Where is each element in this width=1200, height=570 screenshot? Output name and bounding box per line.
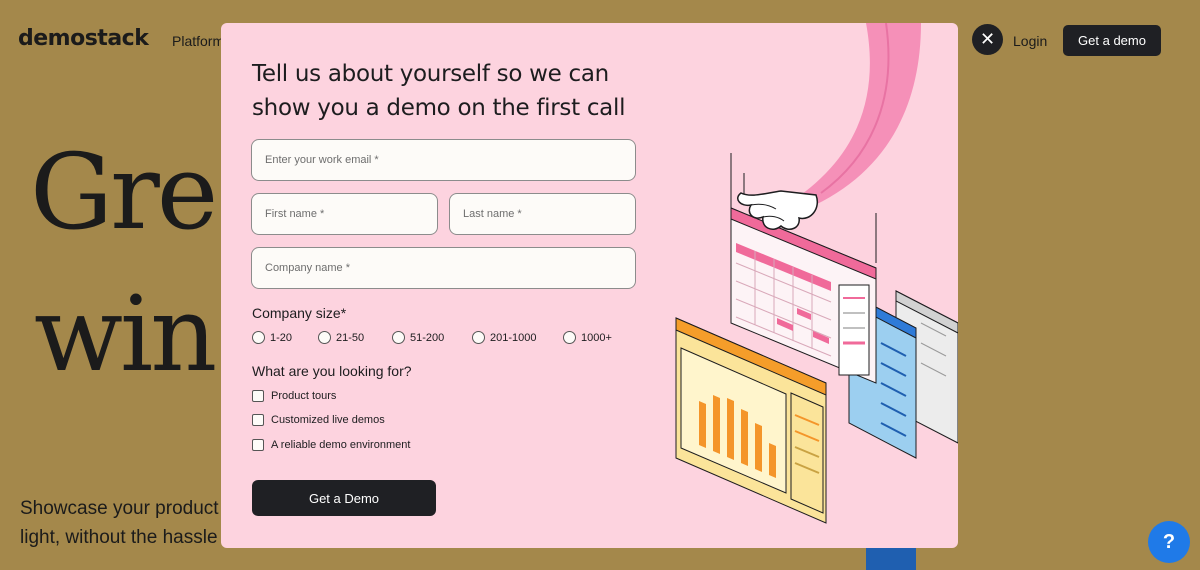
radio-label: 51-200 [410, 331, 445, 344]
login-link[interactable]: Login [1013, 33, 1047, 49]
company-name-field[interactable]: Company name * [251, 247, 636, 289]
hero-heading-line-1: Gre [30, 131, 218, 253]
get-a-demo-nav-button[interactable]: Get a demo [1063, 25, 1161, 56]
radio-label: 201-1000 [490, 331, 537, 344]
radio-label: 1000+ [581, 331, 612, 344]
last-name-field[interactable]: Last name * [449, 193, 636, 235]
hero-subtitle: Showcase your product light, without the… [20, 498, 219, 548]
email-placeholder: Enter your work email * [265, 154, 379, 166]
radio-circle [392, 331, 405, 344]
radio-size-21-50[interactable]: 21-50 [318, 331, 392, 344]
blue-shape [866, 545, 916, 570]
first-name-field[interactable]: First name * [251, 193, 438, 235]
last-name-placeholder: Last name * [463, 208, 522, 220]
radio-label: 1-20 [270, 331, 293, 344]
radio-circle [252, 331, 265, 344]
modal-title: Tell us about yourself so we can show yo… [252, 61, 626, 121]
radio-size-201-1000[interactable]: 201-1000 [472, 331, 563, 344]
radio-size-1-20[interactable]: 1-20 [252, 331, 318, 344]
company-size-label: Company size* [252, 305, 347, 321]
checkbox-label: Product tours [271, 390, 337, 402]
first-name-placeholder: First name * [265, 208, 325, 220]
company-size-options: 1-20 21-50 51-200 201-1000 1000+ [252, 331, 623, 344]
get-a-demo-submit-button[interactable]: Get a Demo [252, 480, 436, 516]
radio-size-1000-plus[interactable]: 1000+ [563, 331, 623, 344]
checkbox-reliable-demo-environment[interactable]: A reliable demo environment [252, 439, 410, 451]
close-icon: ✕ [979, 29, 996, 49]
radio-circle [318, 331, 331, 344]
radio-size-51-200[interactable]: 51-200 [392, 331, 472, 344]
checkbox-label: Customized live demos [271, 414, 385, 426]
help-button[interactable]: ? [1148, 521, 1190, 563]
looking-for-label: What are you looking for? [252, 363, 412, 379]
radio-circle [472, 331, 485, 344]
close-modal-button[interactable]: ✕ [972, 24, 1003, 55]
help-icon: ? [1162, 530, 1176, 553]
demo-illustration [675, 23, 958, 524]
checkbox-customized-live-demos[interactable]: Customized live demos [252, 414, 385, 426]
demo-request-modal: Tell us about yourself so we can show yo… [221, 23, 958, 548]
hero-heading-line-2: win [34, 273, 217, 395]
company-name-placeholder: Company name * [265, 262, 350, 274]
email-field[interactable]: Enter your work email * [251, 139, 636, 181]
checkbox-label: A reliable demo environment [271, 439, 411, 451]
radio-label: 21-50 [336, 331, 365, 344]
nav-platform[interactable]: Platform [172, 33, 224, 49]
logo[interactable]: demostack [18, 26, 149, 51]
radio-circle [563, 331, 576, 344]
checkbox-product-tours[interactable]: Product tours [252, 390, 336, 402]
checkbox-box [252, 414, 264, 426]
checkbox-box [252, 439, 264, 451]
checkbox-box [252, 390, 264, 402]
